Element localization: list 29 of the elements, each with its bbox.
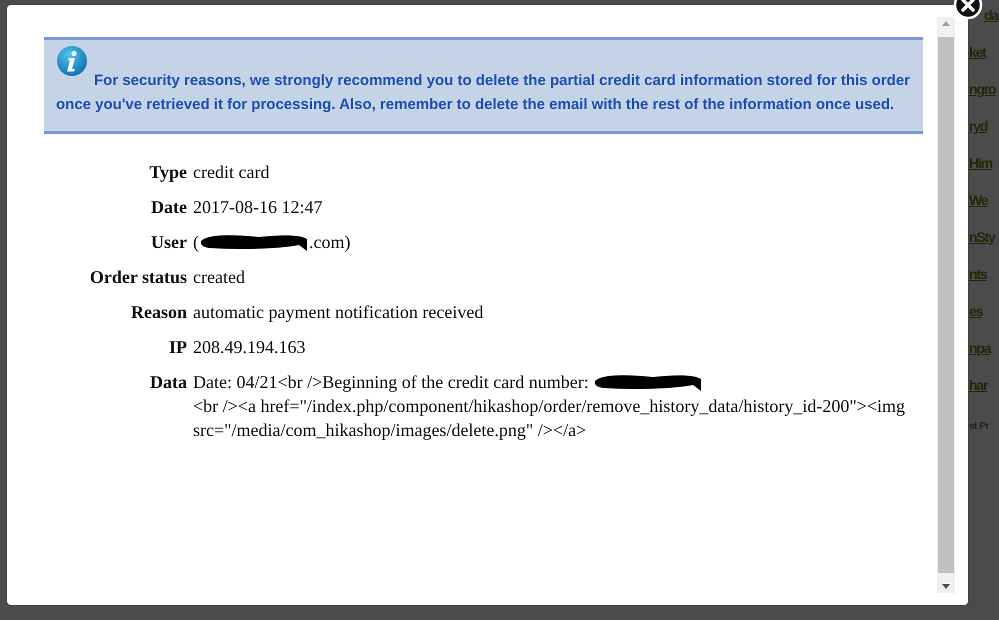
page-link[interactable]: ngro [969, 80, 996, 99]
field-label: Date [150, 196, 187, 219]
field-value: ( [193, 231, 199, 254]
page-link[interactable]: nts [969, 265, 986, 284]
notice-text: For security reasons, we strongly recommend you to delete the partial credit card information stored for this order once you've retrieved it for processing. Also, remember to delete the email with the rest of the information once used. [56, 71, 912, 115]
field-label: User [150, 231, 187, 254]
field-value: <br /><a href="/index.php/component/hikashop/order/remove_history_data/history_id-200"><img src="/media/com_hikashop/images/delete.png" /></a> [193, 395, 906, 442]
field-value: automatic payment notification received [193, 301, 484, 324]
field-value: Date: 04/21<br />Beginning of the credit card number: [193, 371, 590, 394]
page-link[interactable]: ryd [969, 117, 988, 136]
page-link[interactable]: har [969, 376, 988, 395]
field-label: Reason [130, 301, 187, 324]
page-link[interactable]: npa [969, 339, 990, 358]
field-label: Data [149, 371, 187, 394]
page-link[interactable]: nSty [969, 228, 995, 247]
field-value: created [193, 266, 245, 289]
field-value: 2017-08-16 12:47 [193, 196, 322, 219]
field-value: .com) [309, 231, 350, 254]
field-label: IP [168, 336, 187, 359]
page-link[interactable]: da [984, 6, 998, 25]
page-link[interactable]: ket [969, 43, 986, 62]
field-value: credit card [193, 161, 270, 184]
page-link[interactable]: We [969, 191, 988, 210]
page-link[interactable]: es [969, 302, 982, 321]
info-icon [56, 45, 88, 77]
field-label: Type [148, 161, 187, 184]
field-value: 208.49.194.163 [193, 336, 306, 359]
page-link[interactable]: Him [969, 154, 992, 173]
field-label: Order status [88, 266, 187, 289]
